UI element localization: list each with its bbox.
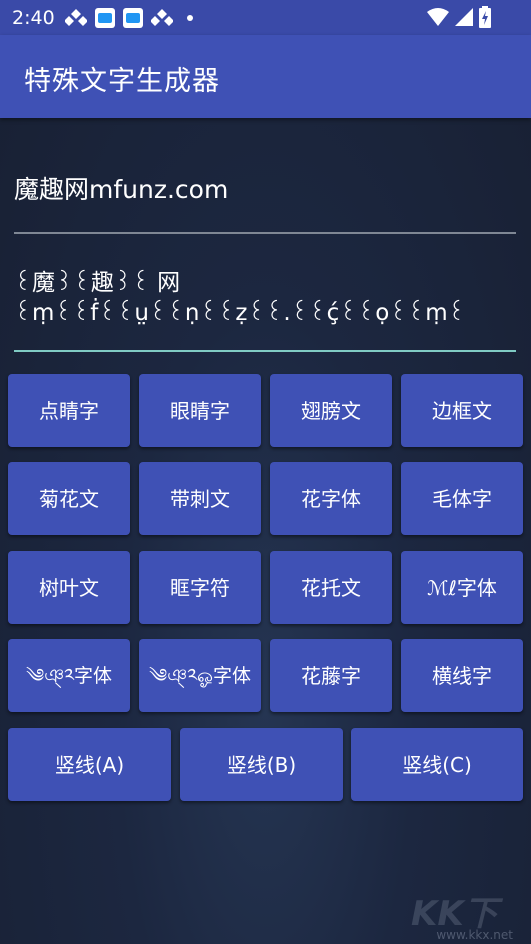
wifi-icon — [427, 8, 449, 26]
app-notification-icon — [94, 7, 115, 28]
frame-char-button[interactable]: 眶字符 — [139, 551, 261, 624]
output-text-field[interactable]: ꒰魔꒱꒰趣꒱꒰ 网 ꒰ṃ꒰꒰ḟ꒰꒰ṳ꒰꒰ṇ꒰꒰ẓ꒰꒰.꒰꒰ḉ꒰꒰ọ꒰꒰ṃ꒰ — [14, 262, 516, 352]
calyx-text-button[interactable]: 花托文 — [270, 551, 392, 624]
vertical-line-c-button[interactable]: 竖线(C) — [351, 728, 523, 801]
app-bar: 特殊文字生成器 — [0, 35, 531, 118]
leaf-text-button[interactable]: 树叶文 — [8, 551, 130, 624]
ornament-font-b-button[interactable]: ༄ঞ্༢ஓ字体 — [139, 639, 261, 712]
diamond-icon — [64, 8, 87, 26]
signal-icon — [455, 8, 473, 26]
app-notification-icon — [122, 7, 143, 28]
flower-font-button[interactable]: 花字体 — [270, 462, 392, 535]
vertical-line-b-button[interactable]: 竖线(B) — [180, 728, 343, 801]
chrysanthemum-text-button[interactable]: 菊花文 — [8, 462, 130, 535]
diamond-icon — [150, 8, 173, 26]
eye-text-button[interactable]: 眼睛字 — [139, 374, 261, 447]
dot-eye-button[interactable]: 点睛字 — [8, 374, 130, 447]
thorn-text-button[interactable]: 带刺文 — [139, 462, 261, 535]
vine-text-button[interactable]: 花藤字 — [270, 639, 392, 712]
battery-icon — [479, 6, 491, 28]
brush-font-button[interactable]: 毛体字 — [401, 462, 523, 535]
watermark-logo: KK下载 — [411, 894, 498, 944]
status-time: 2:40 — [12, 6, 55, 29]
output-text-value[interactable]: ꒰魔꒱꒰趣꒱꒰ 网 ꒰ṃ꒰꒰ḟ꒰꒰ṳ꒰꒰ṇ꒰꒰ẓ꒰꒰.꒰꒰ḉ꒰꒰ọ꒰꒰ṃ꒰ — [14, 268, 516, 328]
border-text-button[interactable]: 边框文 — [401, 374, 523, 447]
text-input-field[interactable]: 魔趣网mfunz.com — [14, 150, 516, 234]
script-font-button[interactable]: ℳℓ字体 — [401, 551, 523, 624]
wing-text-button[interactable]: 翅膀文 — [270, 374, 392, 447]
status-bar: 2:40 — [0, 0, 531, 35]
dot-icon — [186, 14, 193, 21]
notification-icons — [64, 7, 193, 28]
text-input-value[interactable]: 魔趣网mfunz.com — [14, 170, 228, 206]
app-title: 特殊文字生成器 — [24, 66, 220, 97]
horizontal-line-button[interactable]: 横线字 — [401, 639, 523, 712]
watermark-text: www.kkx.net — [436, 928, 513, 942]
system-icons — [427, 6, 491, 28]
vertical-line-a-button[interactable]: 竖线(A) — [8, 728, 171, 801]
ornament-font-a-button[interactable]: ༄ঞ্༢字体 — [8, 639, 130, 712]
